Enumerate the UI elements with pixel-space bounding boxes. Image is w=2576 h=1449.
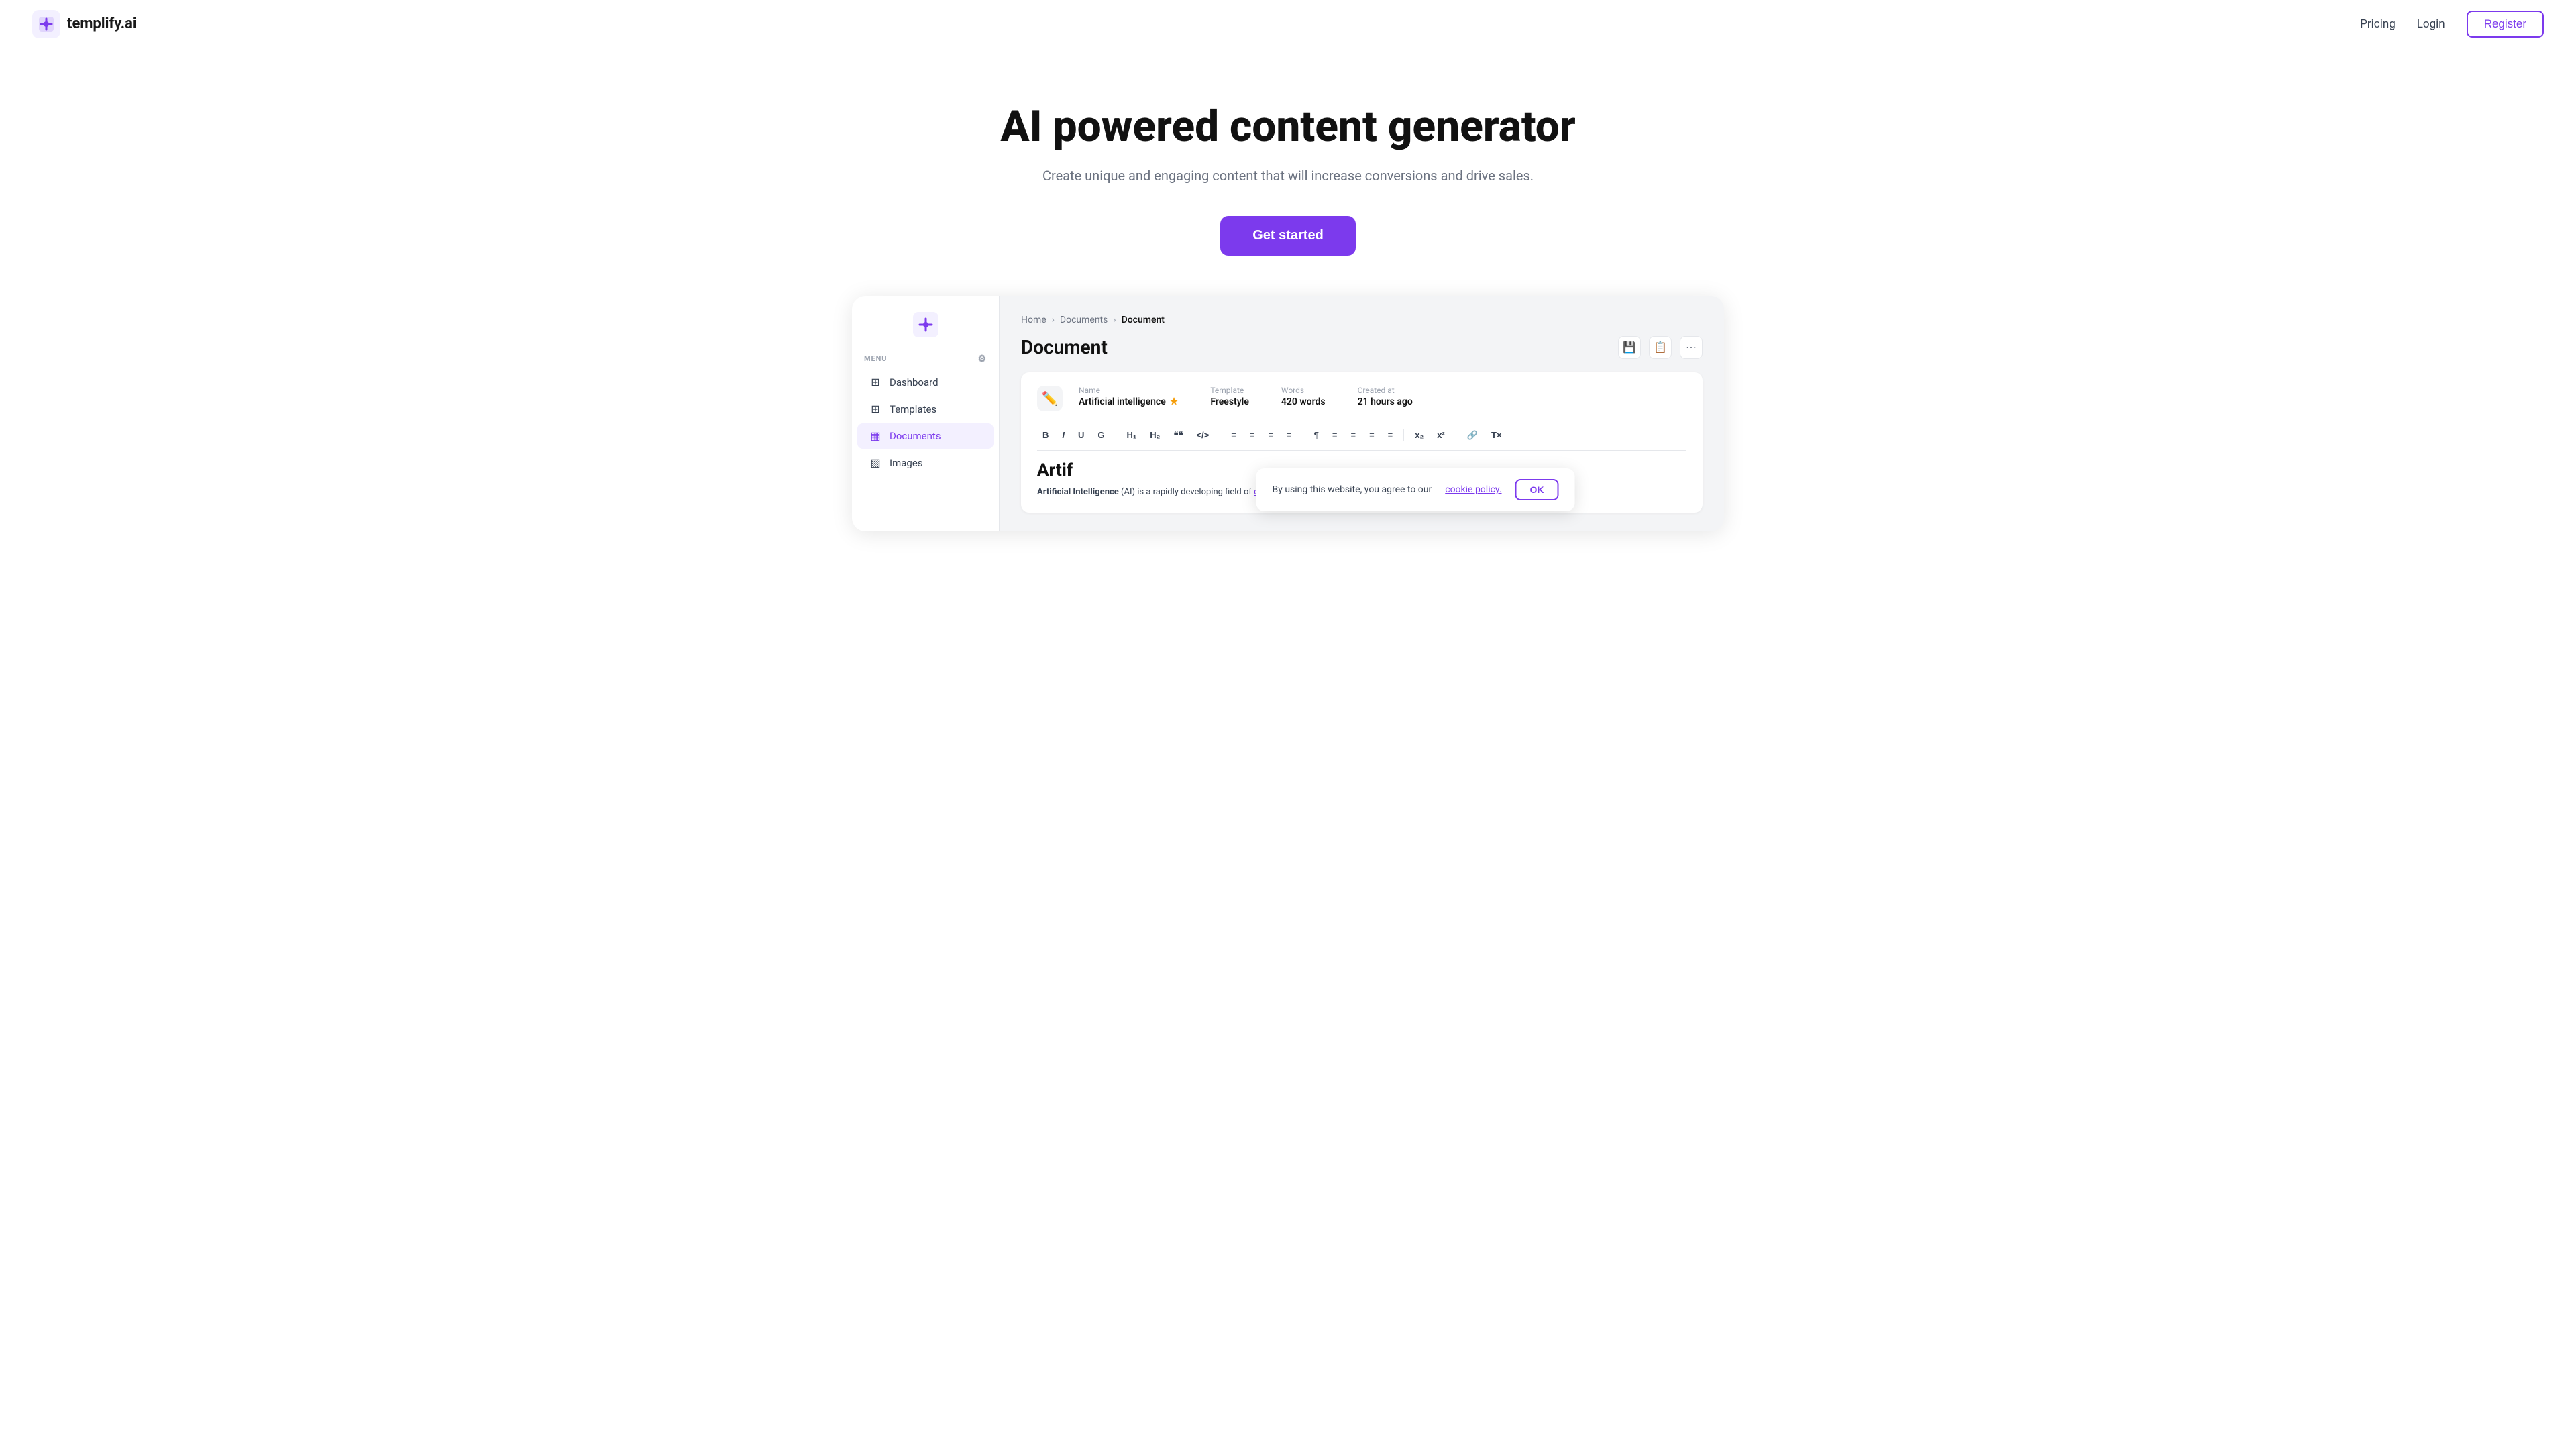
editor-para-text: (AI) is a rapidly developing field of [1121,487,1254,497]
documents-icon: ▦ [869,430,881,442]
sidebar-logo-icon [913,312,938,337]
sidebar-item-images[interactable]: ▨ Images [857,450,994,476]
doc-words-value: 420 words [1281,396,1326,407]
toolbar-link[interactable]: 🔗 [1462,427,1483,443]
doc-meta-icon: ✏️ [1037,386,1063,411]
sidebar-item-dashboard[interactable]: ⊞ Dashboard [857,370,994,395]
doc-header: Document 💾 📋 ⋯ [1021,336,1703,359]
toolbar-superscript[interactable]: x² [1432,427,1450,443]
breadcrumb: Home › Documents › Document [1021,315,1703,325]
logo-link[interactable]: templify.ai [32,10,137,38]
toolbar-underline[interactable]: U [1073,427,1089,443]
hero-title: AI powered content generator [32,102,2544,152]
doc-title: Document [1021,336,1108,358]
breadcrumb-documents[interactable]: Documents [1060,315,1108,325]
get-started-button[interactable]: Get started [1220,216,1356,256]
breadcrumb-home[interactable]: Home [1021,315,1046,325]
sidebar-item-label-documents: Documents [890,430,941,442]
cookie-banner: By using this website, you agree to our … [1256,468,1574,511]
cookie-ok-button[interactable]: OK [1515,479,1559,500]
sidebar-item-documents[interactable]: ▦ Documents [857,423,994,449]
doc-words-field: Words 420 words [1281,386,1326,407]
images-icon: ▨ [869,457,881,469]
toolbar-h1[interactable]: H₁ [1122,427,1142,443]
toolbar-indent[interactable]: ≡ [1364,427,1380,443]
navbar-right: Pricing Login Register [2360,11,2544,38]
copy-icon-button[interactable]: 📋 [1649,336,1672,359]
cookie-policy-link[interactable]: cookie policy. [1445,484,1501,495]
doc-name-value: Artificial intelligence ★ [1079,396,1178,407]
doc-meta-fields: Name Artificial intelligence ★ Template … [1079,386,1686,407]
doc-name-label: Name [1079,386,1178,395]
toolbar-h2[interactable]: H₂ [1144,427,1165,443]
app-preview-wrapper: MENU ⚙ ⊞ Dashboard ⊞ Templates ▦ Documen… [0,296,2576,572]
toolbar-italic[interactable]: I [1057,427,1070,443]
doc-words-label: Words [1281,386,1326,395]
toolbar-align-left[interactable]: ≡ [1263,427,1279,443]
toolbar-align-c[interactable]: ≡ [1327,427,1343,443]
editor-toolbar: B I U G H₁ H₂ ❝❝ </> ≡ ≡ ≡ ≡ ¶ ≡ [1037,422,1686,451]
doc-created-label: Created at [1358,386,1413,395]
app-preview: MENU ⚙ ⊞ Dashboard ⊞ Templates ▦ Documen… [852,296,1724,532]
doc-name-field: Name Artificial intelligence ★ [1079,386,1178,407]
toolbar-align-j[interactable]: ≡ [1345,427,1361,443]
pricing-link[interactable]: Pricing [2360,17,2396,31]
sidebar-logo [852,312,999,337]
editor-para-bold: Artificial Intelligence [1037,487,1119,497]
more-icon-button[interactable]: ⋯ [1680,336,1703,359]
toolbar-align-right[interactable]: ≡ [1281,427,1297,443]
doc-created-value: 21 hours ago [1358,396,1413,407]
hero-subtitle: Create unique and engaging content that … [32,168,2544,184]
logo-text: templify.ai [67,15,137,32]
toolbar-bold[interactable]: B [1037,427,1054,443]
sidebar-item-label-templates: Templates [890,403,936,415]
menu-settings-icon[interactable]: ⚙ [978,354,987,364]
logo-icon [32,10,60,38]
navbar: templify.ai Pricing Login Register [0,0,2576,48]
toolbar-paragraph[interactable]: ¶ [1309,427,1324,443]
templates-icon: ⊞ [869,403,881,415]
sidebar-item-label-images: Images [890,457,923,469]
doc-meta: ✏️ Name Artificial intelligence ★ Templa… [1037,386,1686,411]
doc-created-field: Created at 21 hours ago [1358,386,1413,407]
toolbar-clear-format[interactable]: T× [1486,427,1507,443]
sidebar: MENU ⚙ ⊞ Dashboard ⊞ Templates ▦ Documen… [852,296,1000,532]
sidebar-item-label-dashboard: Dashboard [890,376,938,388]
save-icon-button[interactable]: 💾 [1618,336,1641,359]
main-content: Home › Documents › Document Document 💾 📋… [1000,296,1724,532]
doc-template-label: Template [1210,386,1249,395]
cookie-message: By using this website, you agree to our [1272,484,1432,495]
star-icon: ★ [1170,396,1179,407]
sidebar-menu-header: MENU ⚙ [852,354,999,370]
menu-label: MENU [864,354,887,363]
login-link[interactable]: Login [2417,17,2445,31]
sidebar-item-templates[interactable]: ⊞ Templates [857,396,994,422]
toolbar-quote[interactable]: ❝❝ [1168,427,1188,443]
doc-template-value: Freestyle [1210,396,1249,407]
toolbar-list-ol[interactable]: ≡ [1244,427,1260,443]
doc-actions: 💾 📋 ⋯ [1618,336,1703,359]
breadcrumb-sep-1: › [1052,315,1055,325]
toolbar-strikethrough[interactable]: G [1092,427,1110,443]
breadcrumb-current: Document [1122,315,1165,325]
toolbar-outdent[interactable]: ≡ [1383,427,1399,443]
toolbar-list-ul[interactable]: ≡ [1226,427,1242,443]
hero-section: AI powered content generator Create uniq… [0,48,2576,296]
toolbar-subscript[interactable]: x₂ [1409,427,1429,443]
breadcrumb-sep-2: › [1113,315,1116,325]
dashboard-icon: ⊞ [869,376,881,388]
toolbar-divider-4 [1403,429,1404,441]
register-button[interactable]: Register [2467,11,2544,38]
toolbar-code[interactable]: </> [1191,427,1214,443]
doc-template-field: Template Freestyle [1210,386,1249,407]
